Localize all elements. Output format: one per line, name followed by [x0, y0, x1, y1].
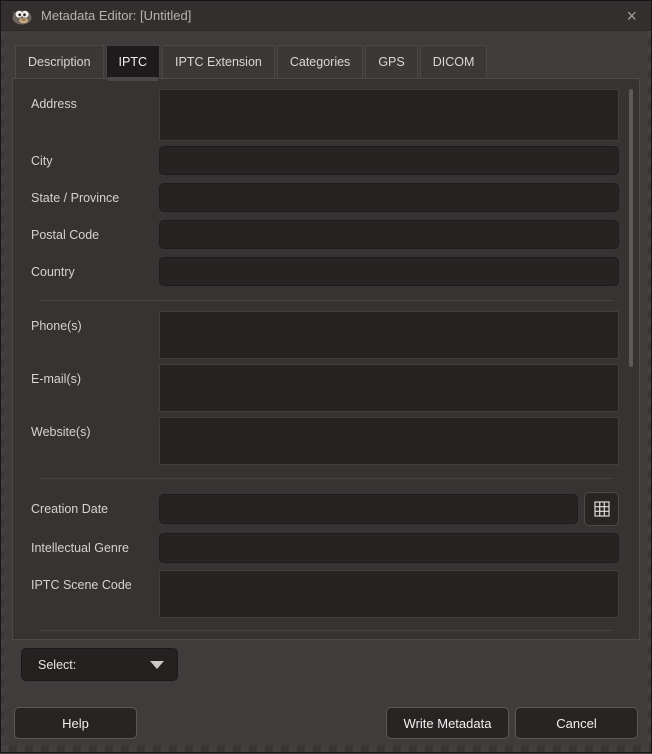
phones-label: Phone(s): [31, 311, 159, 333]
separator: [39, 478, 613, 479]
form-row-phones: Phone(s): [31, 311, 619, 359]
creation-date-label: Creation Date: [31, 502, 159, 516]
window-edge-bottom: [1, 745, 651, 752]
chevron-down-icon: [150, 661, 164, 669]
select-dropdown[interactable]: Select:: [21, 648, 178, 681]
help-button[interactable]: Help: [14, 707, 137, 739]
form-row-city: City: [31, 146, 619, 175]
form-row-websites: Website(s): [31, 417, 619, 465]
creation-date-field[interactable]: [159, 494, 578, 524]
country-label: Country: [31, 265, 159, 279]
form-row-intellectual-genre: Intellectual Genre: [31, 533, 619, 563]
form-row-address: Address: [31, 89, 619, 141]
tab-gps[interactable]: GPS: [365, 45, 417, 78]
write-metadata-button[interactable]: Write Metadata: [386, 707, 509, 739]
separator: [39, 630, 613, 631]
dialog-body: Description IPTC IPTC Extension Categori…: [1, 31, 651, 754]
phones-field[interactable]: [159, 311, 619, 359]
tab-bar: Description IPTC IPTC Extension Categori…: [15, 45, 640, 78]
window-edge-right: [648, 31, 651, 745]
iptc-scene-code-field[interactable]: [159, 570, 619, 618]
select-row: Select:: [21, 648, 640, 681]
tab-iptc-extension[interactable]: IPTC Extension: [162, 45, 275, 78]
titlebar[interactable]: Metadata Editor: [Untitled] ×: [1, 1, 651, 31]
window-edge-left: [1, 31, 4, 745]
tab-iptc[interactable]: IPTC: [106, 45, 160, 78]
iptc-tab-panel: Address City State / Province Postal Cod…: [12, 78, 640, 640]
address-label: Address: [31, 89, 159, 111]
city-field[interactable]: [159, 146, 619, 175]
websites-field[interactable]: [159, 417, 619, 465]
gimp-wilber-icon: [11, 7, 33, 25]
intellectual-genre-field[interactable]: [159, 533, 619, 563]
tab-categories[interactable]: Categories: [277, 45, 363, 78]
address-field[interactable]: [159, 89, 619, 141]
window-title: Metadata Editor: [Untitled]: [41, 8, 624, 23]
form-row-state-province: State / Province: [31, 183, 619, 212]
tab-description[interactable]: Description: [15, 45, 104, 78]
state-province-field[interactable]: [159, 183, 619, 212]
websites-label: Website(s): [31, 417, 159, 439]
calendar-grid-icon: [594, 501, 610, 517]
postal-code-label: Postal Code: [31, 228, 159, 242]
form-row-country: Country: [31, 257, 619, 286]
separator: [39, 300, 613, 301]
form-row-creation-date: Creation Date: [31, 492, 619, 526]
iptc-form: Address City State / Province Postal Cod…: [13, 79, 639, 631]
scrollbar-thumb[interactable]: [629, 89, 633, 367]
emails-field[interactable]: [159, 364, 619, 412]
cancel-button[interactable]: Cancel: [515, 707, 638, 739]
form-row-emails: E-mail(s): [31, 364, 619, 412]
form-row-postal-code: Postal Code: [31, 220, 619, 249]
calendar-button[interactable]: [584, 492, 619, 526]
intellectual-genre-label: Intellectual Genre: [31, 541, 159, 555]
tab-dicom[interactable]: DICOM: [420, 45, 488, 78]
city-label: City: [31, 154, 159, 168]
form-row-iptc-scene-code: IPTC Scene Code: [31, 570, 619, 618]
state-province-label: State / Province: [31, 191, 159, 205]
country-field[interactable]: [159, 257, 619, 286]
metadata-editor-window: Metadata Editor: [Untitled] × Descriptio…: [0, 0, 652, 753]
postal-code-field[interactable]: [159, 220, 619, 249]
select-dropdown-label: Select:: [38, 658, 76, 672]
iptc-scene-code-label: IPTC Scene Code: [31, 570, 159, 592]
close-icon[interactable]: ×: [624, 7, 639, 25]
dialog-footer: Help Write Metadata Cancel: [14, 707, 638, 739]
emails-label: E-mail(s): [31, 364, 159, 386]
vertical-scrollbar[interactable]: [627, 85, 634, 633]
